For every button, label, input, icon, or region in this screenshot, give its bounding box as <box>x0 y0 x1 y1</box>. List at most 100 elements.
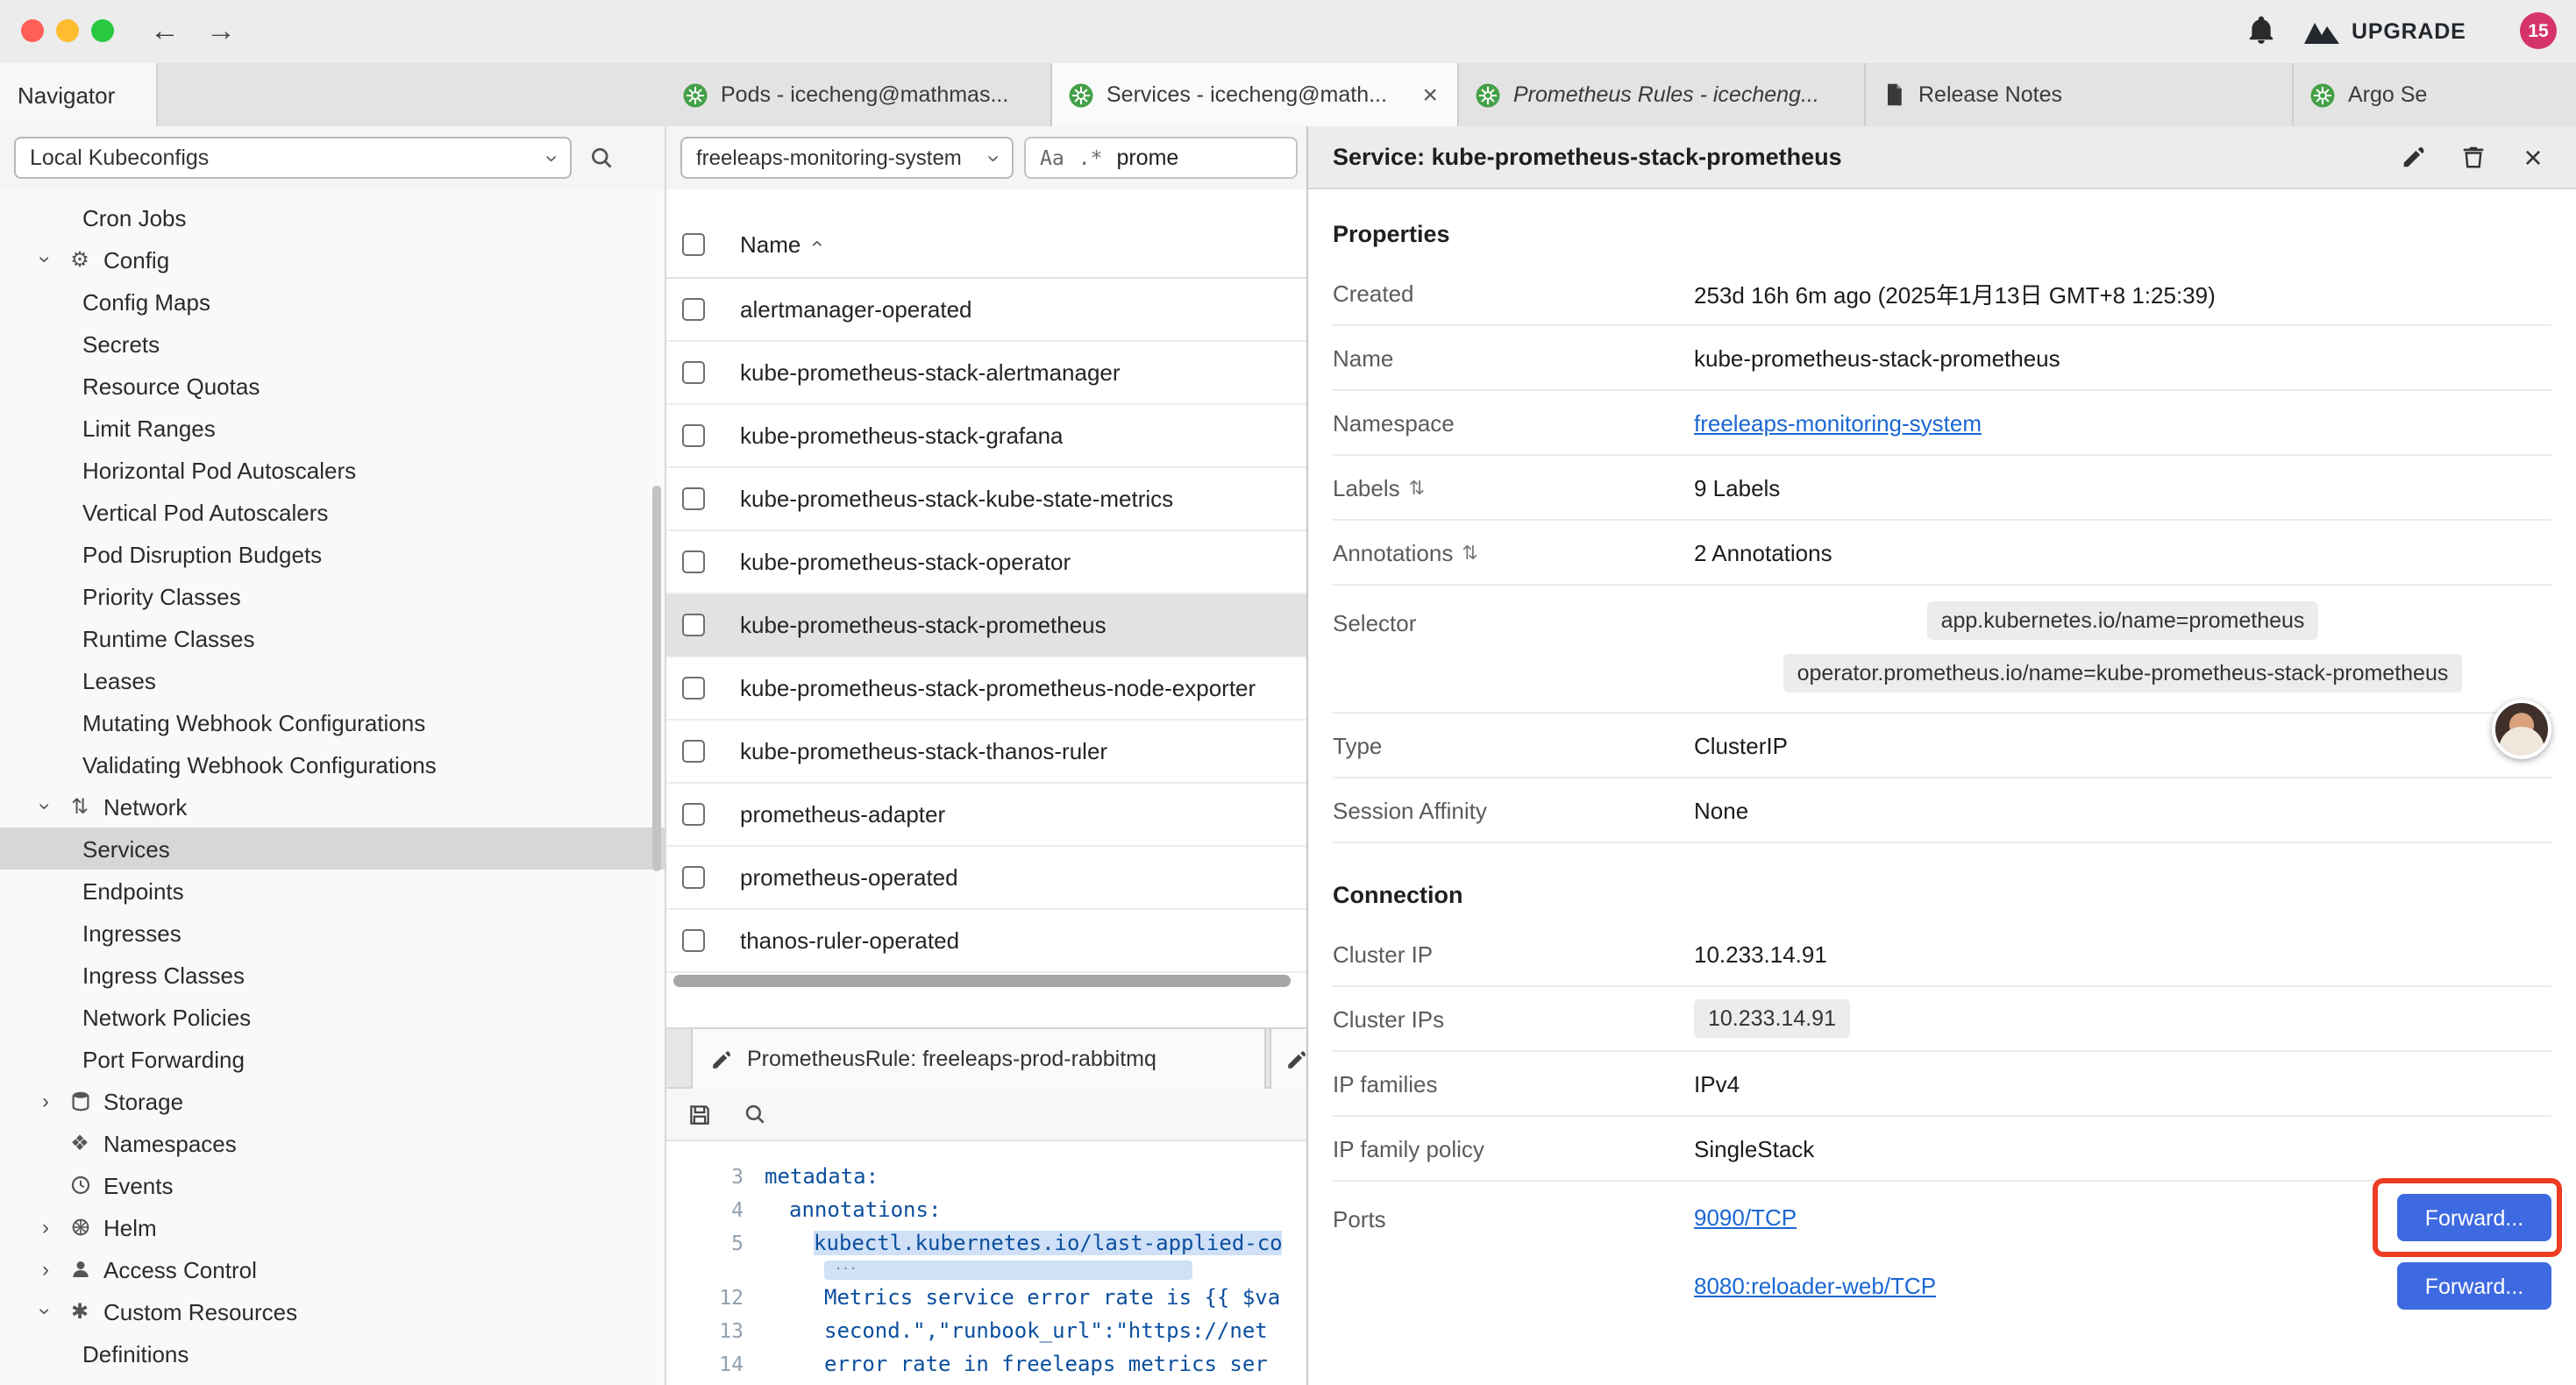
sidebar-group-access-control[interactable]: › Access Control <box>0 1248 665 1290</box>
folded-region[interactable]: ··· <box>666 1259 1306 1280</box>
sidebar-item-endpoints[interactable]: Endpoints <box>0 870 665 912</box>
row-checkbox[interactable] <box>682 677 705 700</box>
notifications-bell-icon[interactable] <box>2246 16 2276 46</box>
annotations-count[interactable]: 2 Annotations <box>1694 539 2551 565</box>
sidebar-group-custom-resources[interactable]: › ✱ Custom Resources <box>0 1290 665 1332</box>
sidebar-item-resource-quotas[interactable]: Resource Quotas <box>0 365 665 407</box>
sidebar-item-ingresses[interactable]: Ingresses <box>0 912 665 954</box>
row-checkbox[interactable] <box>682 298 705 321</box>
property-row-ip-families: IP families IPv4 <box>1333 1052 2551 1117</box>
match-case-toggle[interactable]: Aa <box>1040 146 1064 170</box>
table-row[interactable]: kube-prometheus-stack-alertmanager <box>666 342 1306 405</box>
row-checkbox[interactable] <box>682 740 705 763</box>
close-icon[interactable]: × <box>1419 82 1441 108</box>
table-row[interactable]: alertmanager-operated <box>666 279 1306 342</box>
row-checkbox[interactable] <box>682 803 705 826</box>
sidebar-item-definitions[interactable]: Definitions <box>0 1332 665 1374</box>
namespace-filter-select[interactable]: freeleaps-monitoring-system › <box>680 137 1014 179</box>
forward-button[interactable]: Forward... <box>2397 1194 2551 1241</box>
port-link-8080-reloader-web[interactable]: 8080:reloader-web/TCP <box>1694 1273 1936 1299</box>
custom-resources-star-icon: ✱ <box>67 1299 93 1324</box>
save-icon[interactable] <box>687 1102 712 1126</box>
search-input[interactable] <box>1116 146 1282 170</box>
editor-search-icon[interactable] <box>744 1103 766 1126</box>
window-minimize-button[interactable] <box>56 19 79 42</box>
dock-tab-partial[interactable] <box>1270 1029 1306 1089</box>
name-column-header[interactable]: Name › <box>740 231 818 257</box>
sidebar-item-services[interactable]: Services <box>0 827 665 870</box>
row-checkbox[interactable] <box>682 929 705 952</box>
sidebar-item-events[interactable]: › Events <box>0 1164 665 1206</box>
sidebar-group-storage[interactable]: › Storage <box>0 1080 665 1122</box>
table-row[interactable]: prometheus-adapter <box>666 784 1306 847</box>
select-all-checkbox[interactable] <box>682 232 705 255</box>
sidebar-item-network-policies[interactable]: Network Policies <box>0 996 665 1038</box>
namespace-link[interactable]: freeleaps-monitoring-system <box>1694 409 1982 436</box>
property-value: 10.233.14.91 <box>1694 941 2551 967</box>
labels-count[interactable]: 9 Labels <box>1694 474 2551 501</box>
delete-trash-icon[interactable] <box>2459 142 2488 172</box>
row-checkbox[interactable] <box>682 866 705 889</box>
user-avatar[interactable] <box>2492 700 2551 759</box>
upgrade-button[interactable]: UPGRADE <box>2304 12 2466 51</box>
yaml-editor[interactable]: 3 metadata: 4 annotations: 5 kubectl.kub… <box>666 1141 1306 1385</box>
back-arrow-icon[interactable]: ← <box>144 11 186 53</box>
sidebar-item-mutating-webhook-configurations[interactable]: Mutating Webhook Configurations <box>0 701 665 743</box>
horizontal-scrollbar-thumb[interactable] <box>673 975 1291 987</box>
kubeconfig-select[interactable]: Local Kubeconfigs › <box>14 137 572 179</box>
row-checkbox[interactable] <box>682 550 705 573</box>
sidebar-scrollbar-thumb[interactable] <box>652 486 661 871</box>
list-search-box[interactable]: Aa .* <box>1024 137 1298 179</box>
notification-count-badge[interactable]: 15 <box>2520 12 2557 49</box>
table-row[interactable]: kube-prometheus-stack-operator <box>666 531 1306 594</box>
sidebar-item-priority-classes[interactable]: Priority Classes <box>0 575 665 617</box>
row-checkbox[interactable] <box>682 424 705 447</box>
forward-arrow-icon[interactable]: → <box>200 11 242 53</box>
expand-collapse-icon[interactable]: ⇅ <box>1462 541 1477 564</box>
sidebar-item-validating-webhook-configurations[interactable]: Validating Webhook Configurations <box>0 743 665 785</box>
sidebar-item-cron-jobs[interactable]: Cron Jobs <box>0 196 665 238</box>
tab-pods[interactable]: Pods - icecheng@mathmas... <box>666 63 1052 126</box>
sidebar-item-limit-ranges[interactable]: Limit Ranges <box>0 407 665 449</box>
table-row[interactable]: prometheus-operated <box>666 847 1306 910</box>
dock-tab-prometheusrule[interactable]: PrometheusRule: freeleaps-prod-rabbitmq <box>691 1029 1266 1089</box>
sidebar-item-namespaces[interactable]: › ❖ Namespaces <box>0 1122 665 1164</box>
tab-release-notes[interactable]: Release Notes <box>1866 63 2294 126</box>
sidebar-item-config-maps[interactable]: Config Maps <box>0 281 665 323</box>
navigator-panel-tab[interactable]: Navigator <box>0 63 158 126</box>
table-row[interactable]: kube-prometheus-stack-kube-state-metrics <box>666 468 1306 531</box>
row-checkbox[interactable] <box>682 361 705 384</box>
sidebar-group-helm[interactable]: › Helm <box>0 1206 665 1248</box>
search-icon[interactable] <box>589 146 614 170</box>
sidebar-item-port-forwarding[interactable]: Port Forwarding <box>0 1038 665 1080</box>
sidebar-item-horizontal-pod-autoscalers[interactable]: Horizontal Pod Autoscalers <box>0 449 665 491</box>
sidebar-group-config[interactable]: › ⚙ Config <box>0 238 665 281</box>
row-checkbox[interactable] <box>682 614 705 636</box>
sidebar-item-ingress-classes[interactable]: Ingress Classes <box>0 954 665 996</box>
table-row[interactable]: kube-prometheus-stack-thanos-ruler <box>666 721 1306 784</box>
expand-collapse-icon[interactable]: ⇅ <box>1409 476 1425 499</box>
table-row[interactable]: kube-prometheus-stack-grafana <box>666 405 1306 468</box>
sidebar-item-secrets[interactable]: Secrets <box>0 323 665 365</box>
sidebar-item-leases[interactable]: Leases <box>0 659 665 701</box>
table-row[interactable]: thanos-ruler-operated <box>666 910 1306 973</box>
property-row-cluster-ip: Cluster IP 10.233.14.91 <box>1333 922 2551 987</box>
forward-button[interactable]: Forward... <box>2397 1262 2551 1310</box>
port-link-9090[interactable]: 9090/TCP <box>1694 1204 1797 1231</box>
window-zoom-button[interactable] <box>91 19 114 42</box>
row-checkbox[interactable] <box>682 487 705 510</box>
edit-pencil-icon[interactable] <box>2399 142 2429 172</box>
tab-services[interactable]: Services - icecheng@math... × <box>1052 63 1459 126</box>
close-icon[interactable]: × <box>2518 142 2548 172</box>
regex-toggle[interactable]: .* <box>1078 146 1103 170</box>
table-row-selected[interactable]: kube-prometheus-stack-prometheus <box>666 594 1306 657</box>
sidebar-item-runtime-classes[interactable]: Runtime Classes <box>0 617 665 659</box>
tab-argo[interactable]: Argo Se <box>2294 63 2576 126</box>
sidebar-item-vertical-pod-autoscalers[interactable]: Vertical Pod Autoscalers <box>0 491 665 533</box>
sidebar-item-pod-disruption-budgets[interactable]: Pod Disruption Budgets <box>0 533 665 575</box>
sidebar-group-network[interactable]: › ⇅ Network <box>0 785 665 827</box>
sidebar-item-label: Validating Webhook Configurations <box>82 751 437 778</box>
window-close-button[interactable] <box>21 19 44 42</box>
table-row[interactable]: kube-prometheus-stack-prometheus-node-ex… <box>666 657 1306 721</box>
tab-prometheus-rules[interactable]: Prometheus Rules - icecheng... <box>1459 63 1866 126</box>
